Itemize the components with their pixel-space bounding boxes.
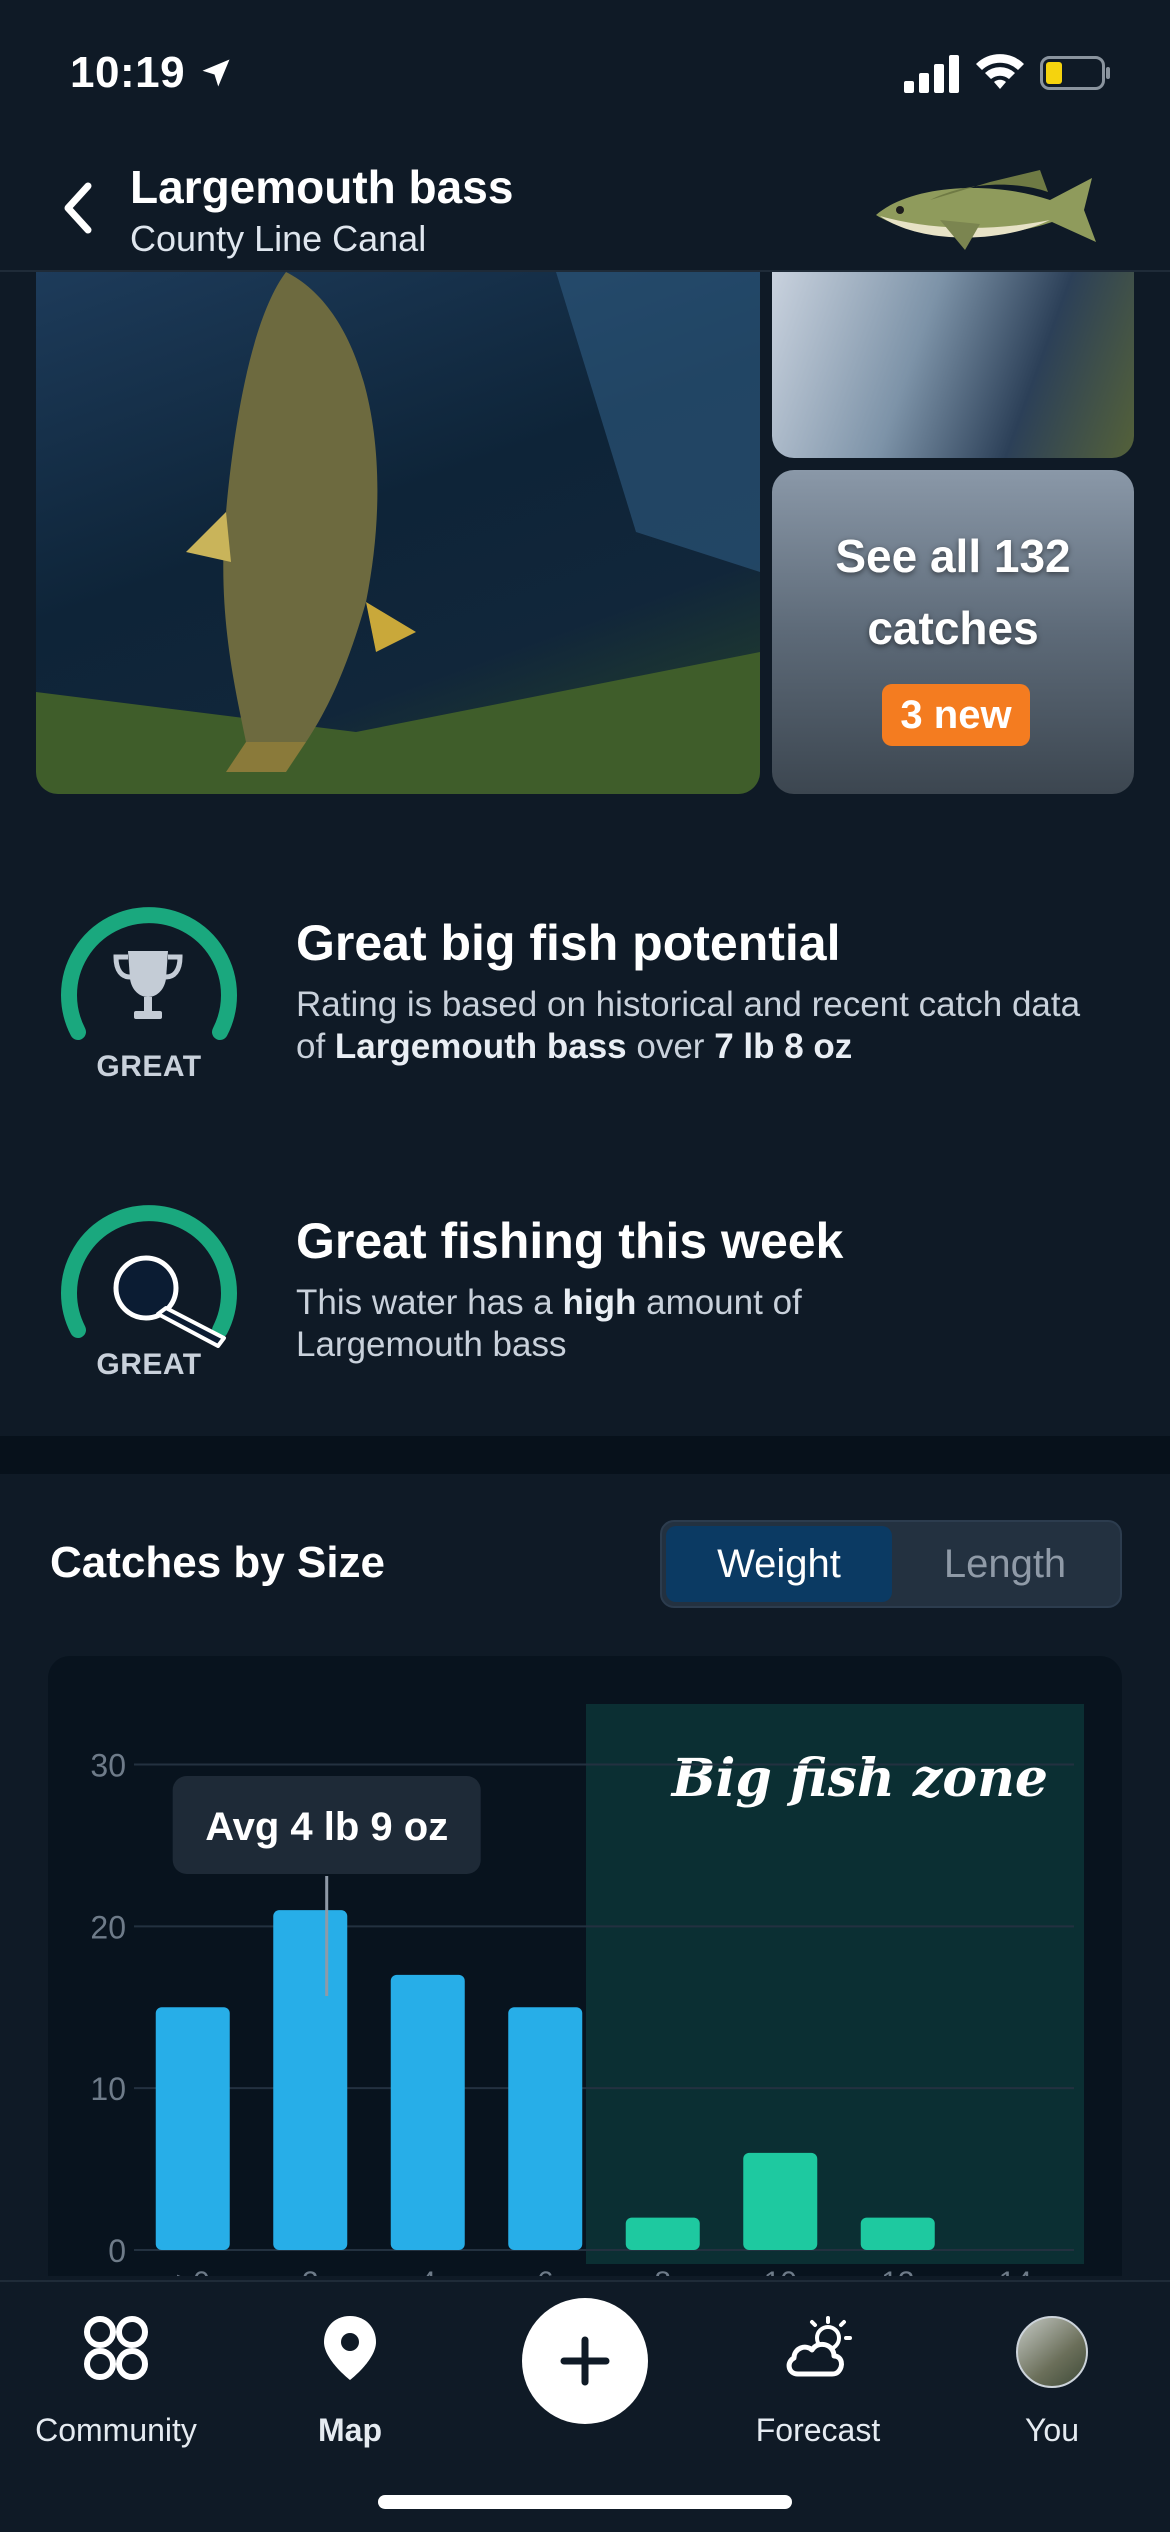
toggle-length[interactable]: Length bbox=[892, 1526, 1118, 1602]
see-all-line1: See all 132 bbox=[835, 530, 1071, 582]
toggle-weight[interactable]: Weight bbox=[666, 1526, 892, 1602]
see-all-catches-tile[interactable]: See all 132 catches 3 new bbox=[772, 470, 1134, 794]
rating-title: Great big fish potential bbox=[296, 915, 841, 971]
add-catch-button[interactable] bbox=[522, 2298, 648, 2424]
fishing-this-week-rating: GREAT Great fishing this week This water… bbox=[0, 1198, 1170, 1398]
x-tick-label: 10 bbox=[764, 2266, 797, 2276]
largemouth-bass-icon bbox=[876, 170, 1096, 250]
catches-by-size-chart: Big fish zone 0 10 20 30 >0 2 4 6 8 10 12 14 Avg 4 lb… bbox=[48, 1656, 1122, 2276]
nav-community[interactable]: Community bbox=[16, 2302, 216, 2448]
see-all-catches-label: See all 132 catches bbox=[772, 520, 1134, 664]
wifi-icon bbox=[976, 54, 1024, 89]
bar-chart-svg: Big fish zone 0 10 20 30 >0 2 4 6 8 10 12 14 Avg 4 lb… bbox=[90, 1704, 1084, 2276]
nav-label: You bbox=[1025, 2412, 1079, 2448]
bar-12 bbox=[860, 2217, 935, 2250]
y-tick-label: 20 bbox=[90, 1909, 126, 1945]
cellular-signal-icon bbox=[904, 55, 959, 93]
bar-2 bbox=[273, 1910, 348, 2250]
trophy-icon bbox=[113, 951, 183, 1019]
y-tick-label: 30 bbox=[90, 1748, 126, 1784]
rating-desc-text: over bbox=[626, 1027, 715, 1066]
bar-4 bbox=[390, 1974, 465, 2250]
big-fish-zone-label: Big fish zone bbox=[670, 1748, 1048, 1809]
x-tick-label: 6 bbox=[537, 2266, 554, 2276]
forecast-icon bbox=[786, 2316, 852, 2377]
rating-description: This water has a high amount of Largemou… bbox=[296, 1282, 916, 1366]
nav-label: Forecast bbox=[755, 2412, 881, 2448]
community-icon bbox=[84, 2316, 148, 2380]
big-fish-potential-rating: GREAT Great big fish potential Rating is… bbox=[0, 900, 1170, 1100]
header: Largemouth bass County Line Canal bbox=[0, 150, 1170, 272]
rating-desc-species: Largemouth bass bbox=[334, 1027, 627, 1066]
avatar bbox=[1016, 2316, 1088, 2388]
bar->0 bbox=[155, 2007, 230, 2250]
bar-10 bbox=[743, 2152, 818, 2250]
catch-photo-thumb[interactable] bbox=[772, 272, 1134, 458]
section-divider bbox=[0, 1436, 1170, 1474]
rating-desc-weight: 7 lb 8 oz bbox=[714, 1027, 853, 1066]
size-unit-toggle: Weight Length bbox=[660, 1520, 1122, 1608]
gauge-needle-icon bbox=[113, 1255, 226, 1348]
x-tick-label: 8 bbox=[654, 2266, 671, 2276]
y-tick-label: 0 bbox=[108, 2233, 126, 2269]
rating-desc-text: This water has a bbox=[296, 1283, 563, 1322]
see-all-line2: catches bbox=[867, 602, 1039, 654]
gauge-label: GREAT bbox=[96, 1348, 202, 1381]
back-chevron-icon[interactable] bbox=[58, 178, 98, 238]
x-tick-label: 4 bbox=[419, 2266, 436, 2276]
rating-desc-amount: high bbox=[562, 1283, 637, 1322]
plus-icon bbox=[560, 2336, 610, 2386]
home-indicator bbox=[378, 2495, 792, 2509]
bar-8 bbox=[625, 2217, 700, 2250]
rating-title: Great fishing this week bbox=[296, 1213, 844, 1269]
nav-map[interactable]: Map bbox=[250, 2302, 450, 2448]
nav-forecast[interactable]: Forecast bbox=[718, 2302, 918, 2448]
nav-you[interactable]: You bbox=[952, 2302, 1152, 2448]
bass-photo-illustration bbox=[36, 272, 760, 794]
status-time: 10:19 bbox=[70, 48, 186, 97]
section-title: Catches by Size bbox=[50, 1538, 386, 1587]
gauge-label: GREAT bbox=[96, 1050, 202, 1083]
location-arrow-icon bbox=[202, 59, 230, 87]
nav-label: Community bbox=[35, 2412, 197, 2448]
x-tick-label: 2 bbox=[302, 2266, 319, 2276]
new-catches-badge: 3 new bbox=[882, 684, 1030, 746]
status-bar: 10:19 bbox=[0, 0, 1170, 150]
battery-icon bbox=[1040, 56, 1110, 90]
main-catch-photo[interactable] bbox=[36, 272, 760, 794]
rating-description: Rating is based on historical and recent… bbox=[296, 984, 1116, 1068]
x-tick-label: 12 bbox=[881, 2266, 914, 2276]
x-tick-label: >0 bbox=[176, 2266, 210, 2276]
bar-6 bbox=[508, 2007, 583, 2250]
avg-tooltip-label: Avg 4 lb 9 oz bbox=[205, 1805, 448, 1849]
x-tick-label: 14 bbox=[999, 2266, 1032, 2276]
page-subtitle: County Line Canal bbox=[130, 218, 427, 259]
y-tick-label: 10 bbox=[90, 2071, 126, 2107]
nav-label: Map bbox=[318, 2412, 382, 2448]
catch-photo-gallery: See all 132 catches 3 new bbox=[36, 272, 1134, 794]
map-pin-icon bbox=[324, 2316, 376, 2380]
page-title: Largemouth bass bbox=[130, 161, 514, 213]
